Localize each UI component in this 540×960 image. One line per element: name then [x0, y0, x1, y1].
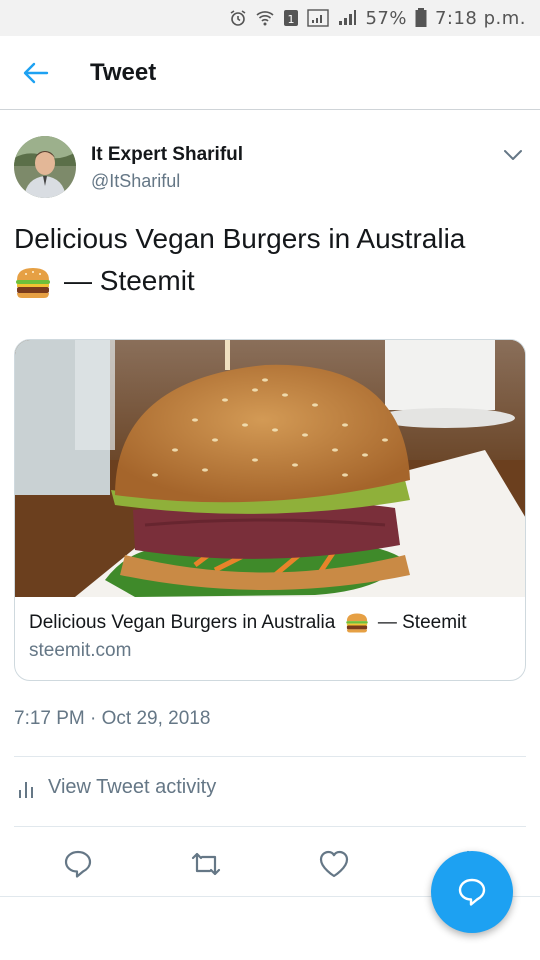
chevron-down-icon[interactable]	[500, 142, 526, 168]
divider	[14, 826, 526, 827]
card-title: Delicious Vegan Burgers in Australia — S…	[29, 610, 511, 636]
card-image	[15, 340, 525, 597]
author-handle[interactable]: @ItShariful	[91, 171, 180, 192]
heart-icon	[319, 850, 349, 878]
wifi-icon	[255, 9, 275, 27]
tweet-text-line1: Delicious Vegan Burgers in Australia	[14, 223, 466, 254]
card-title-text: Delicious Vegan Burgers in Australia	[29, 612, 336, 633]
tweet-timestamp: 7:17 PM · Oct 29, 2018	[14, 708, 211, 729]
divider	[14, 756, 526, 757]
tweet-text-suffix: — Steemit	[64, 265, 195, 296]
activity-label: View Tweet activity	[48, 776, 217, 798]
arrow-left-icon	[23, 62, 49, 83]
card-domain: steemit.com	[29, 640, 132, 661]
clock: 7:18 p.m.	[434, 7, 526, 29]
view-tweet-activity-button[interactable]: View Tweet activity	[18, 776, 216, 799]
page-title: Tweet	[90, 58, 157, 86]
reply-button[interactable]	[58, 844, 98, 884]
card-body: Delicious Vegan Burgers in Australia — S…	[15, 597, 525, 675]
retweet-icon	[191, 852, 221, 876]
retweet-button[interactable]	[186, 844, 226, 884]
compose-reply-fab[interactable]	[431, 851, 513, 933]
analytics-icon	[19, 781, 33, 798]
hamburger-emoji-icon	[16, 267, 50, 298]
hamburger-emoji-icon	[345, 613, 368, 633]
card-title-suffix: — Steemit	[377, 612, 467, 633]
like-button[interactable]	[314, 844, 354, 884]
link-card[interactable]: Delicious Vegan Burgers in Australia — S…	[14, 339, 526, 681]
battery-percent: 57%	[365, 7, 407, 29]
avatar[interactable]	[14, 136, 76, 198]
tweet-author: It Expert Shariful @ItShariful	[14, 136, 526, 202]
battery-icon	[415, 8, 427, 28]
reply-icon	[64, 850, 92, 878]
status-bar: 1 57% 7:18 p.m.	[0, 0, 540, 36]
svg-text:1: 1	[288, 13, 295, 26]
tweet-text: Delicious Vegan Burgers in Australia — S…	[14, 218, 526, 302]
signal-icon	[337, 9, 357, 27]
back-button[interactable]	[0, 36, 72, 110]
reply-icon	[458, 878, 486, 906]
sim-icon: 1	[283, 9, 299, 27]
alarm-icon	[229, 9, 247, 27]
author-name[interactable]: It Expert Shariful	[91, 144, 243, 166]
app-header: Tweet	[0, 36, 540, 110]
signal-box-icon	[307, 9, 330, 27]
tweet-text-line2: — Steemit	[14, 260, 526, 302]
